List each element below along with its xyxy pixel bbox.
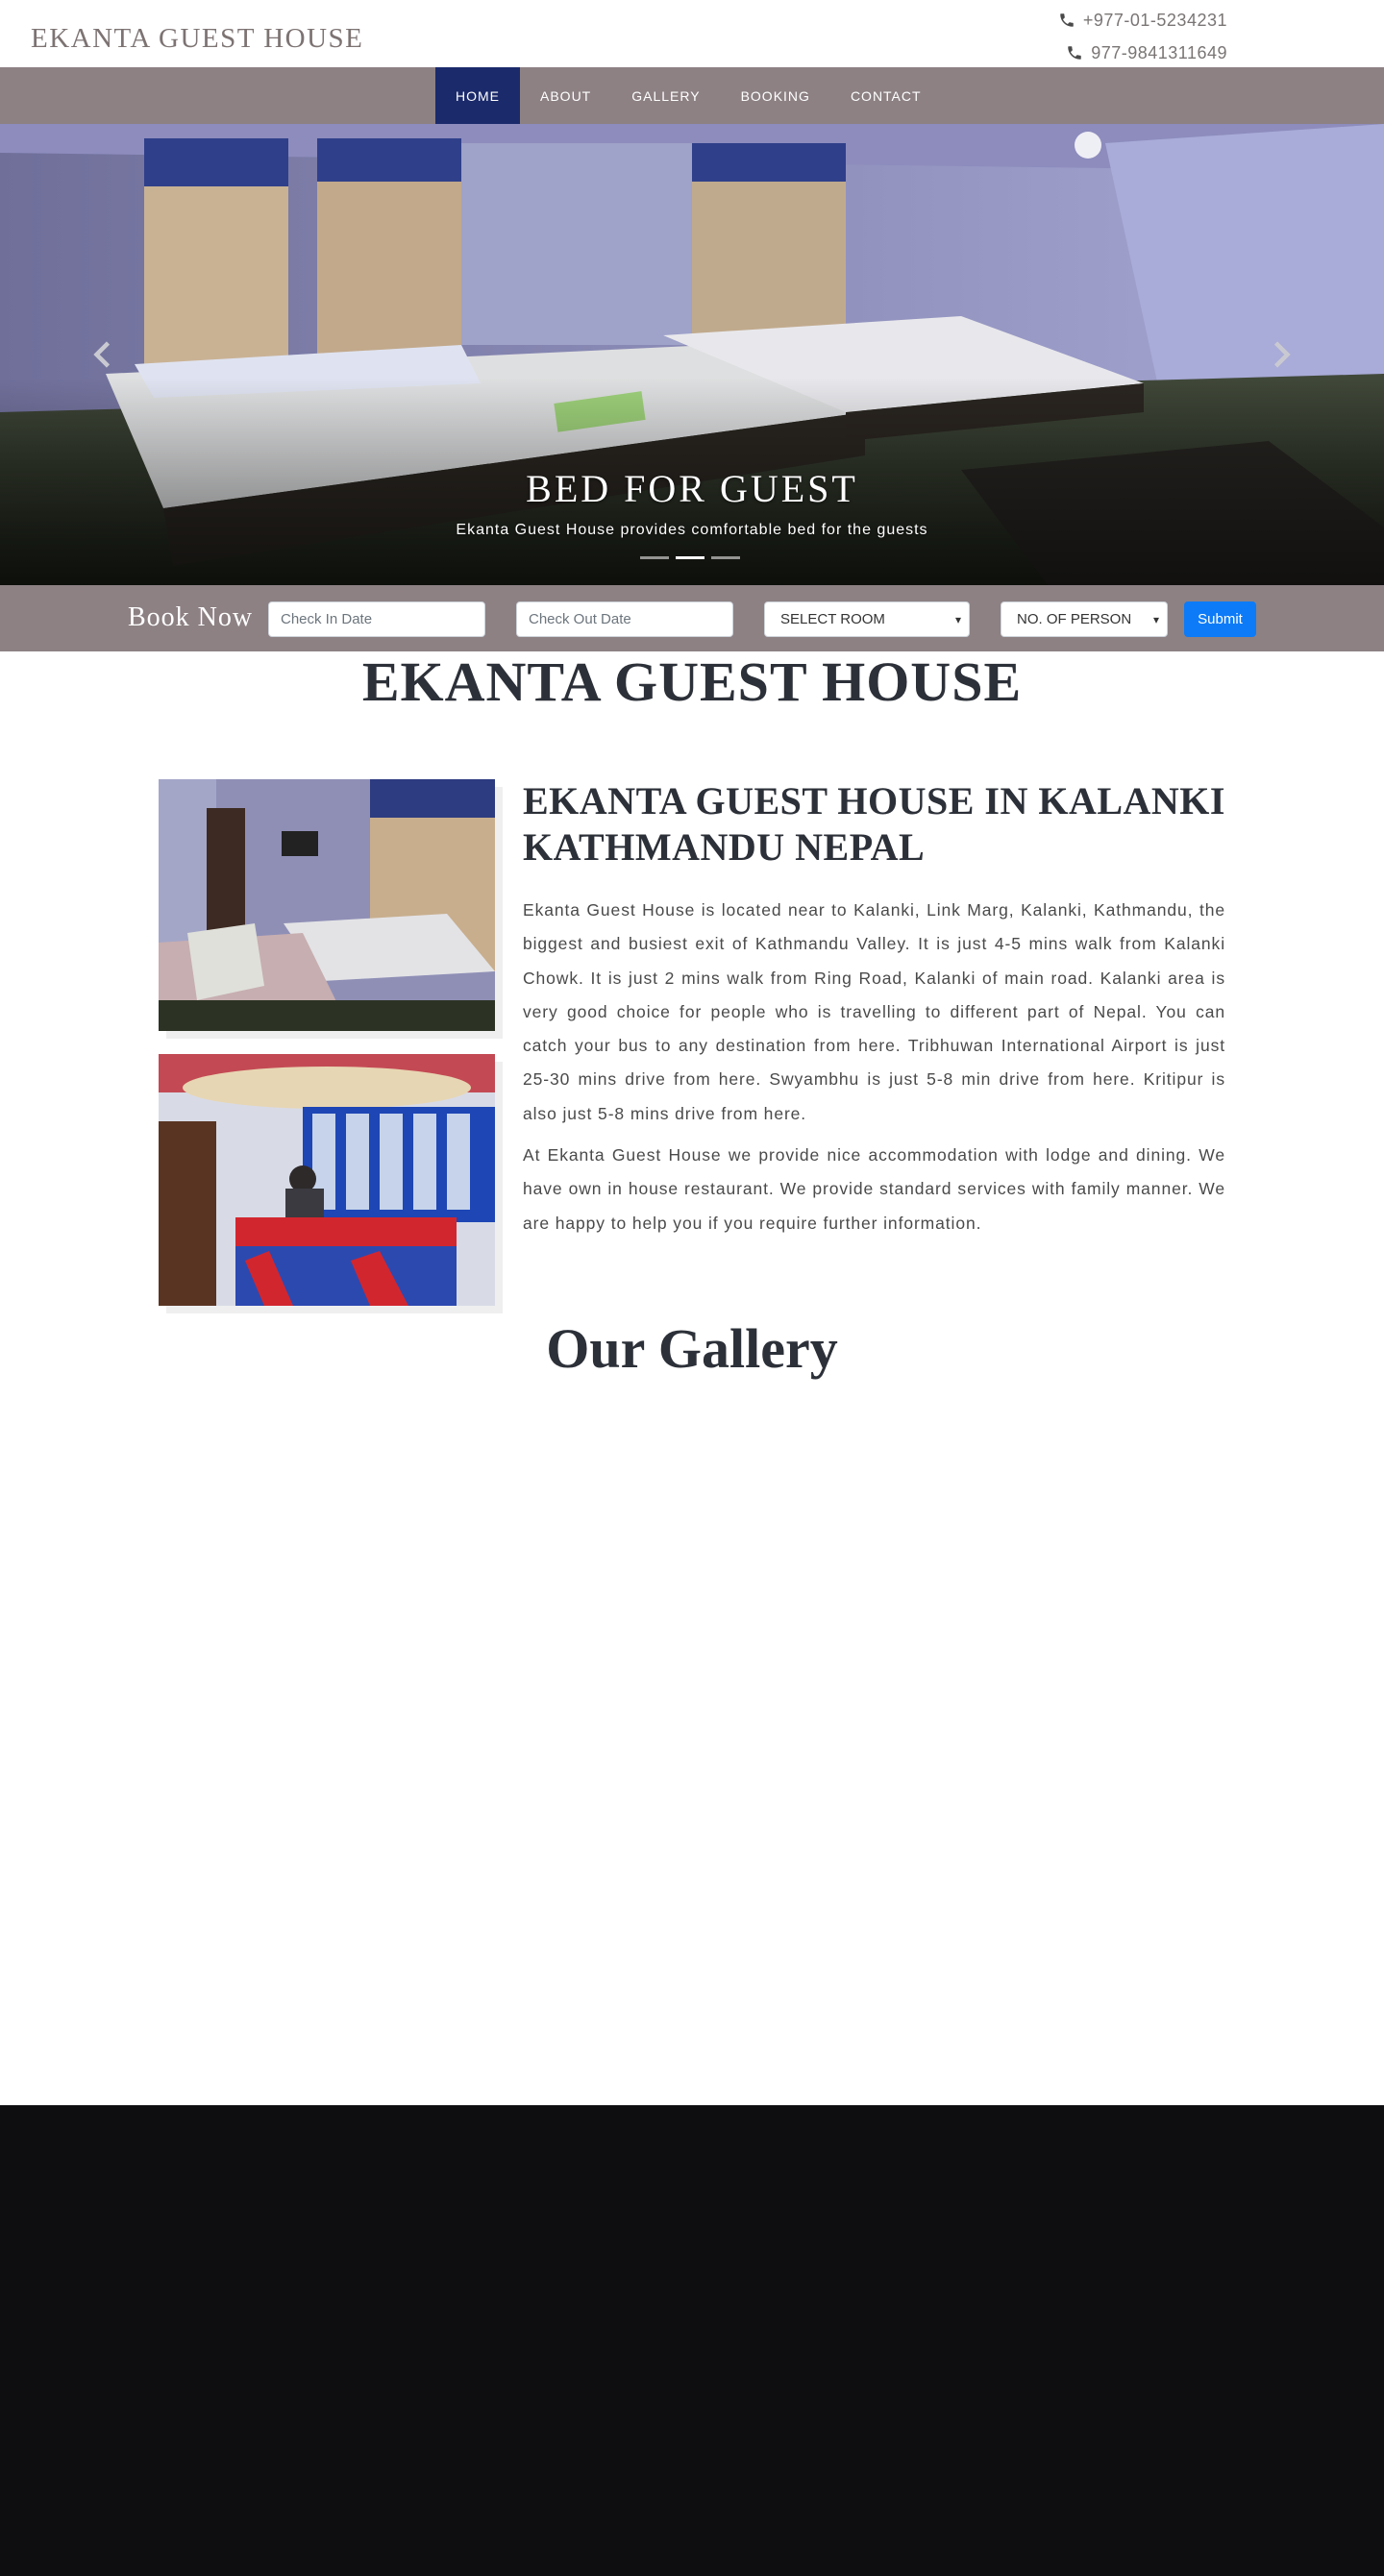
- phone-number-2: 977-9841311649: [1091, 42, 1227, 62]
- nav-gallery[interactable]: GALLERY: [611, 67, 720, 124]
- phone-line-2[interactable]: 977-9841311649: [1058, 37, 1227, 69]
- carousel-indicators: [640, 556, 740, 559]
- room-select-value: SELECT ROOM: [780, 611, 885, 627]
- carousel-indicator[interactable]: [711, 556, 740, 559]
- page-title: EKANTA GUEST HOUSE: [361, 650, 1023, 713]
- carousel-indicator[interactable]: [640, 556, 669, 559]
- nav-home[interactable]: HOME: [435, 67, 520, 124]
- hero-room-photo: [0, 124, 1384, 585]
- site-footer: [0, 2105, 1384, 2576]
- chevron-down-icon: ▾: [1152, 612, 1159, 626]
- nav-list: HOME ABOUT GALLERY BOOKING CONTACT: [435, 67, 942, 124]
- nav-about[interactable]: ABOUT: [520, 67, 611, 124]
- check-out-input[interactable]: Check Out Date: [516, 601, 733, 637]
- slide-title: BED FOR GUEST: [526, 467, 858, 510]
- gallery-title: Our Gallery: [546, 1317, 838, 1380]
- site-brand[interactable]: EKANTA GUEST HOUSE: [31, 23, 363, 55]
- about-heading: EKANTA GUEST HOUSE IN KALANKI KATHMANDU …: [523, 779, 1225, 869]
- contact-phones: +977-01-5234231 977-9841311649: [1058, 4, 1227, 69]
- reception-photo: [159, 1054, 495, 1306]
- main-nav: HOME ABOUT GALLERY BOOKING CONTACT: [0, 67, 1384, 124]
- booking-bar: Book Now Check In Date Check Out Date SE…: [0, 585, 1384, 651]
- check-in-input[interactable]: Check In Date: [268, 601, 485, 637]
- nav-booking[interactable]: BOOKING: [721, 67, 830, 124]
- hero-carousel: BED FOR GUEST Ekanta Guest House provide…: [0, 124, 1384, 585]
- phone-icon: [1068, 46, 1081, 60]
- book-now-label: Book Now: [128, 602, 254, 632]
- person-select-value: NO. OF PERSON: [1017, 611, 1132, 627]
- nav-contact[interactable]: CONTACT: [830, 67, 942, 124]
- phone-number-1: +977-01-5234231: [1082, 10, 1227, 30]
- slide-subtitle: Ekanta Guest House provides comfortable …: [456, 522, 928, 538]
- phone-line-1[interactable]: +977-01-5234231: [1058, 4, 1227, 37]
- top-header: EKANTA GUEST HOUSE +977-01-5234231 977-9…: [0, 0, 1384, 67]
- about-paragraph-1: Ekanta Guest House is located near to Ka…: [523, 900, 1225, 1123]
- room-photo: [159, 779, 495, 1031]
- about-paragraph-2: At Ekanta Guest House we provide nice ac…: [523, 1145, 1225, 1233]
- person-select[interactable]: NO. OF PERSON ▾: [1001, 601, 1168, 637]
- chevron-left-icon[interactable]: [86, 337, 121, 372]
- submit-button[interactable]: Submit: [1184, 601, 1256, 637]
- chevron-down-icon: ▾: [954, 612, 961, 626]
- phone-icon: [1060, 13, 1074, 27]
- carousel-indicator[interactable]: [676, 556, 704, 559]
- chevron-right-icon[interactable]: [1263, 337, 1298, 372]
- room-select[interactable]: SELECT ROOM ▾: [764, 601, 970, 637]
